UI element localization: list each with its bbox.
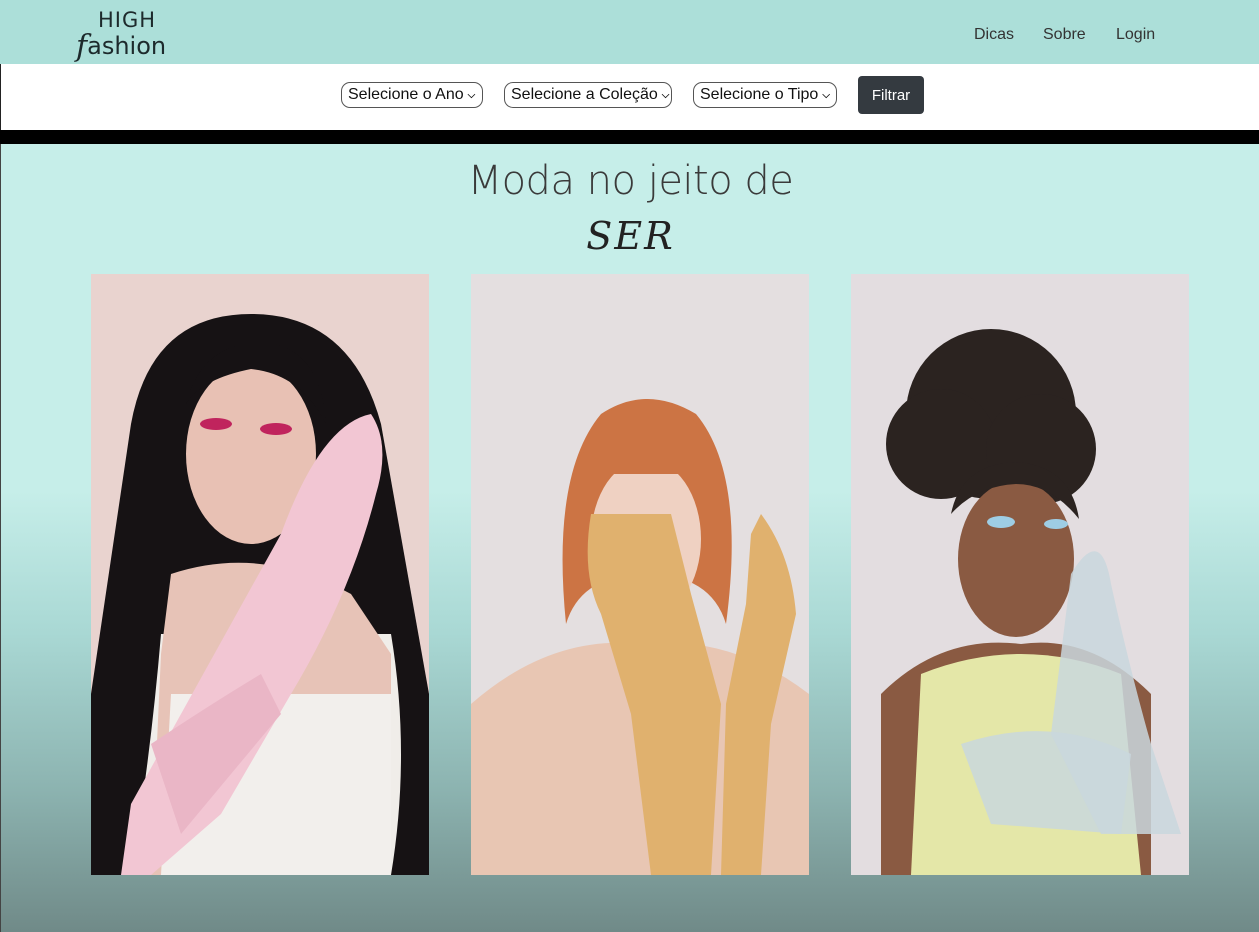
year-select[interactable]: Selecione o Ano ⌵ [341,82,483,108]
photo-model-orange-gloves [471,274,809,875]
hero-section: Moda no jeito de SER [0,144,1259,932]
type-select-value: Selecione o Tipo [700,86,819,103]
chevron-down-icon: ⌵ [661,89,670,101]
nav-link-login[interactable]: Login [1116,26,1155,44]
year-select-value: Selecione o Ano [348,86,464,103]
type-select[interactable]: Selecione o Tipo ⌵ [693,82,837,108]
brand-logo-f: f [76,29,88,64]
nav-link-sobre[interactable]: Sobre [1043,26,1086,44]
brand-logo-line2: fashion [76,27,167,64]
photo-model-sheer-gloves [851,274,1189,875]
gallery-image-1[interactable] [91,274,429,875]
photo-model-pink-gloves [91,274,429,875]
navbar: HIGH fashion Dicas Sobre Login [0,0,1259,64]
divider-bar [0,130,1259,144]
gallery-image-3[interactable] [851,274,1189,875]
brand-logo-rest: ashion [87,32,167,60]
hero-subtitle: SER [586,214,675,258]
collection-select[interactable]: Selecione a Coleção ⌵ [504,82,672,108]
filter-button[interactable]: Filtrar [858,76,924,114]
collection-select-value: Selecione a Coleção [511,86,658,103]
chevron-down-icon: ⌵ [467,89,476,101]
hero-title: Moda no jeito de [467,158,794,204]
nav-link-dicas[interactable]: Dicas [974,26,1014,44]
gallery-image-2[interactable] [471,274,809,875]
brand-logo[interactable]: HIGH fashion [76,6,186,64]
filter-bar: Selecione o Ano ⌵ Selecione a Coleção ⌵ … [0,64,1259,130]
chevron-down-icon: ⌵ [822,89,830,101]
